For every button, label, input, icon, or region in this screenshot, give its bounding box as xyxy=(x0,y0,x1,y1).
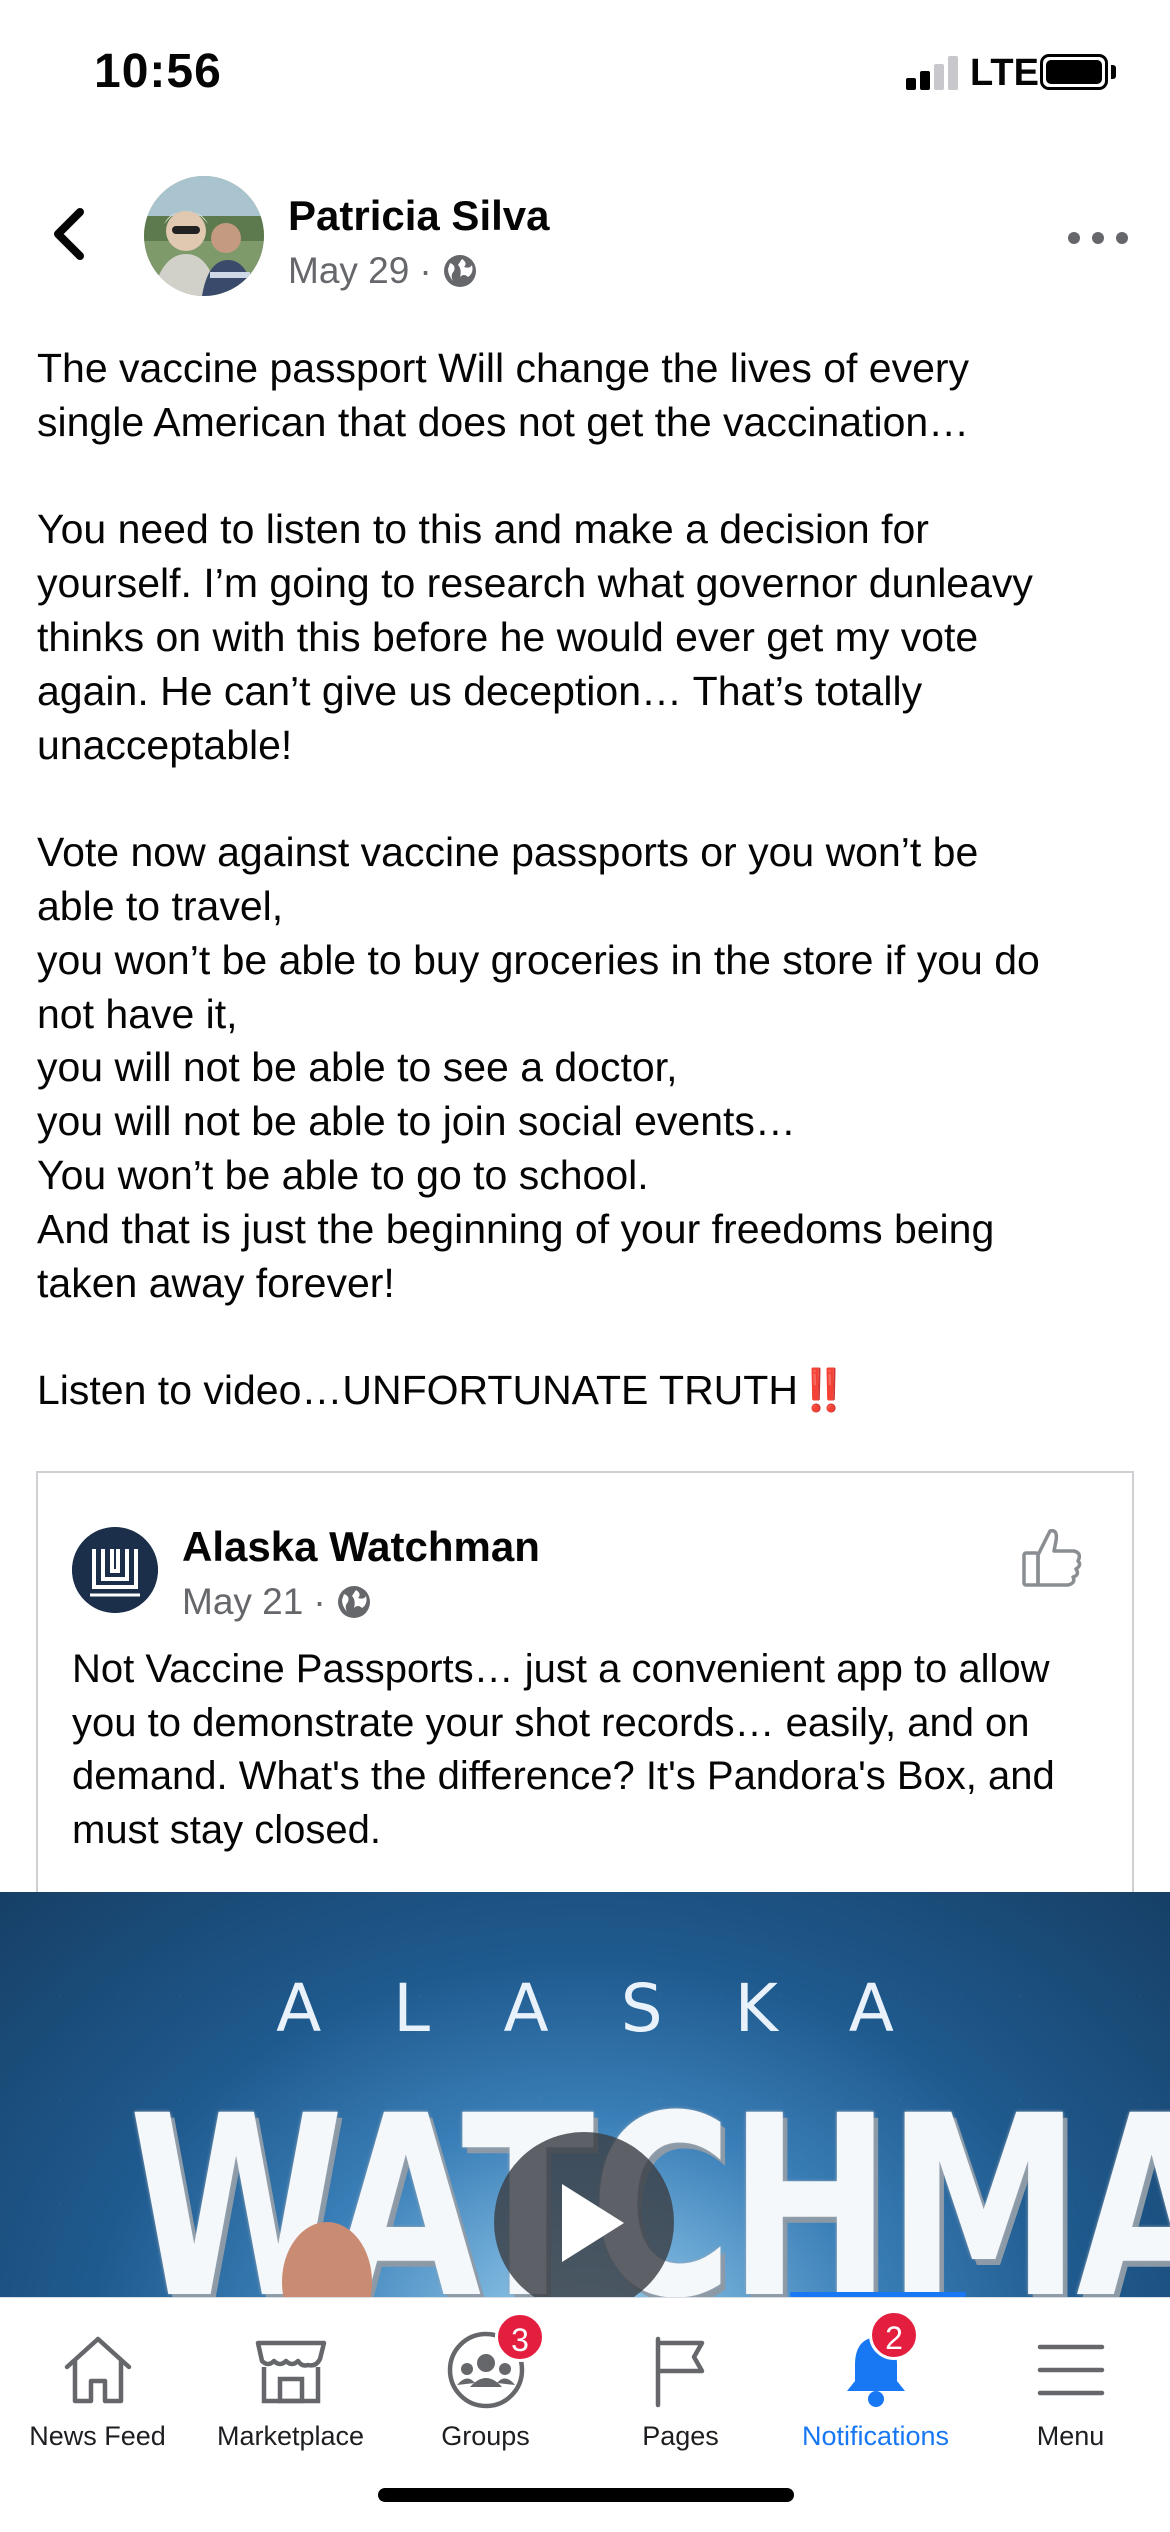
thumbs-up-icon xyxy=(1022,1528,1082,1587)
author-avatar[interactable] xyxy=(144,176,264,296)
post-date[interactable]: May 29 xyxy=(288,250,409,292)
play-button[interactable] xyxy=(494,2132,674,2312)
marketplace-icon xyxy=(255,2340,326,2404)
groups-badge: 3 xyxy=(495,2312,545,2362)
chevron-left-icon xyxy=(54,208,84,260)
shared-post-card[interactable]: Alaska Watchman May 21 · Not Vaccine Pas… xyxy=(36,1471,1134,1901)
shared-post-meta: May 21 · xyxy=(182,1581,372,1623)
battery-cap xyxy=(1111,65,1116,79)
menu-icon xyxy=(1037,2344,1104,2396)
meta-separator: · xyxy=(313,1581,326,1622)
more-dot-icon xyxy=(1068,232,1080,244)
tab-pages[interactable]: Pages xyxy=(583,2297,778,2467)
tab-groups[interactable]: 3 Groups xyxy=(388,2297,583,2467)
home-icon xyxy=(64,2336,131,2404)
tab-menu[interactable]: Menu xyxy=(973,2297,1168,2467)
status-time: 10:56 xyxy=(94,45,222,98)
globe-icon xyxy=(337,1586,370,1618)
alaska-watchman-logo[interactable] xyxy=(72,1527,158,1613)
more-dot-icon xyxy=(1092,232,1104,244)
play-icon xyxy=(562,2184,624,2262)
shared-post-date[interactable]: May 21 xyxy=(182,1581,303,1623)
network-type: LTE xyxy=(970,52,1039,94)
tab-label: Marketplace xyxy=(216,2421,365,2451)
tab-notifications[interactable]: 2 Notifications xyxy=(778,2297,973,2467)
screen: 10:56 LTE Patricia Silva May 29 · The va… xyxy=(0,0,1170,2532)
cellular-signal-icon xyxy=(906,54,960,90)
meta-separator: · xyxy=(419,250,432,291)
status-bar: 10:56 LTE xyxy=(0,0,1170,140)
more-dot-icon xyxy=(1116,232,1128,244)
tab-label: News Feed xyxy=(29,2421,166,2451)
tab-label: Menu xyxy=(1036,2421,1105,2451)
shared-post-text: Not Vaccine Passports… just a convenient… xyxy=(72,1647,1055,1852)
post-meta: May 29 · xyxy=(288,250,478,292)
flag-icon xyxy=(655,2336,704,2408)
tab-label: Notifications xyxy=(801,2421,950,2451)
shared-author-name[interactable]: Alaska Watchman xyxy=(182,1523,540,1571)
globe-icon xyxy=(443,255,476,287)
author-name[interactable]: Patricia Silva xyxy=(288,192,550,240)
post-text: The vaccine passport Will change the liv… xyxy=(37,345,1040,1414)
tab-marketplace[interactable]: Marketplace xyxy=(193,2297,388,2467)
back-button[interactable] xyxy=(40,198,100,268)
more-options-button[interactable] xyxy=(1068,218,1128,258)
video-overline: ALASKA xyxy=(276,1970,966,2047)
tab-label: Groups xyxy=(441,2421,530,2451)
home-indicator[interactable] xyxy=(378,2488,794,2502)
tab-label: Pages xyxy=(642,2421,719,2451)
like-page-button[interactable] xyxy=(1018,1523,1088,1593)
battery-icon xyxy=(1040,54,1108,90)
notifications-badge: 2 xyxy=(869,2310,919,2360)
tab-news-feed[interactable]: News Feed xyxy=(0,2297,195,2467)
